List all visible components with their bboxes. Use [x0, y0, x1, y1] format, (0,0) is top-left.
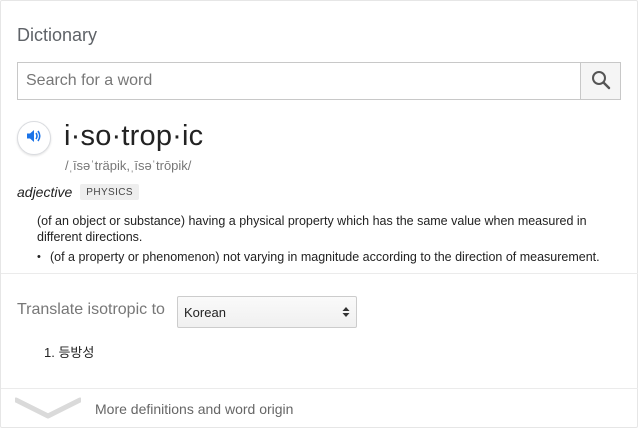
sub-definition-text: (of a property or phenomenon) not varyin… [50, 250, 600, 264]
dictionary-card: Dictionary i·so·trop·ic /ˌīsəˈträpik,ˌīs… [0, 0, 638, 428]
widget-title: Dictionary [17, 25, 98, 45]
search-box [17, 62, 621, 100]
more-definitions-link[interactable]: More definitions and word origin [95, 401, 293, 417]
pronunciation-button[interactable] [17, 121, 51, 155]
phonetic-spelling: /ˌīsəˈträpik,ˌīsəˈtrōpik/ [65, 158, 192, 173]
select-arrows-icon [342, 306, 350, 318]
language-select[interactable]: Korean [177, 296, 357, 328]
bullet-icon: • [37, 251, 41, 263]
translation-result: 1. 등방성 [44, 345, 95, 360]
search-input[interactable] [18, 63, 580, 99]
chevron-down-icon[interactable] [13, 397, 83, 424]
sub-definition-1: • (of a property or phenomenon) not vary… [37, 249, 600, 265]
search-button[interactable] [580, 63, 620, 99]
footer-divider [1, 388, 638, 389]
part-of-speech-row: adjective PHYSICS [17, 184, 139, 200]
part-of-speech: adjective [17, 184, 73, 200]
speaker-icon [25, 127, 43, 150]
translate-label: Translate isotropic to [17, 301, 165, 318]
domain-badge: PHYSICS [80, 184, 139, 200]
definition-1: (of an object or substance) having a phy… [37, 214, 587, 244]
headword: i·so·trop·ic [64, 120, 204, 152]
section-divider [1, 273, 638, 274]
selected-language: Korean [184, 304, 226, 320]
search-icon [591, 70, 611, 93]
